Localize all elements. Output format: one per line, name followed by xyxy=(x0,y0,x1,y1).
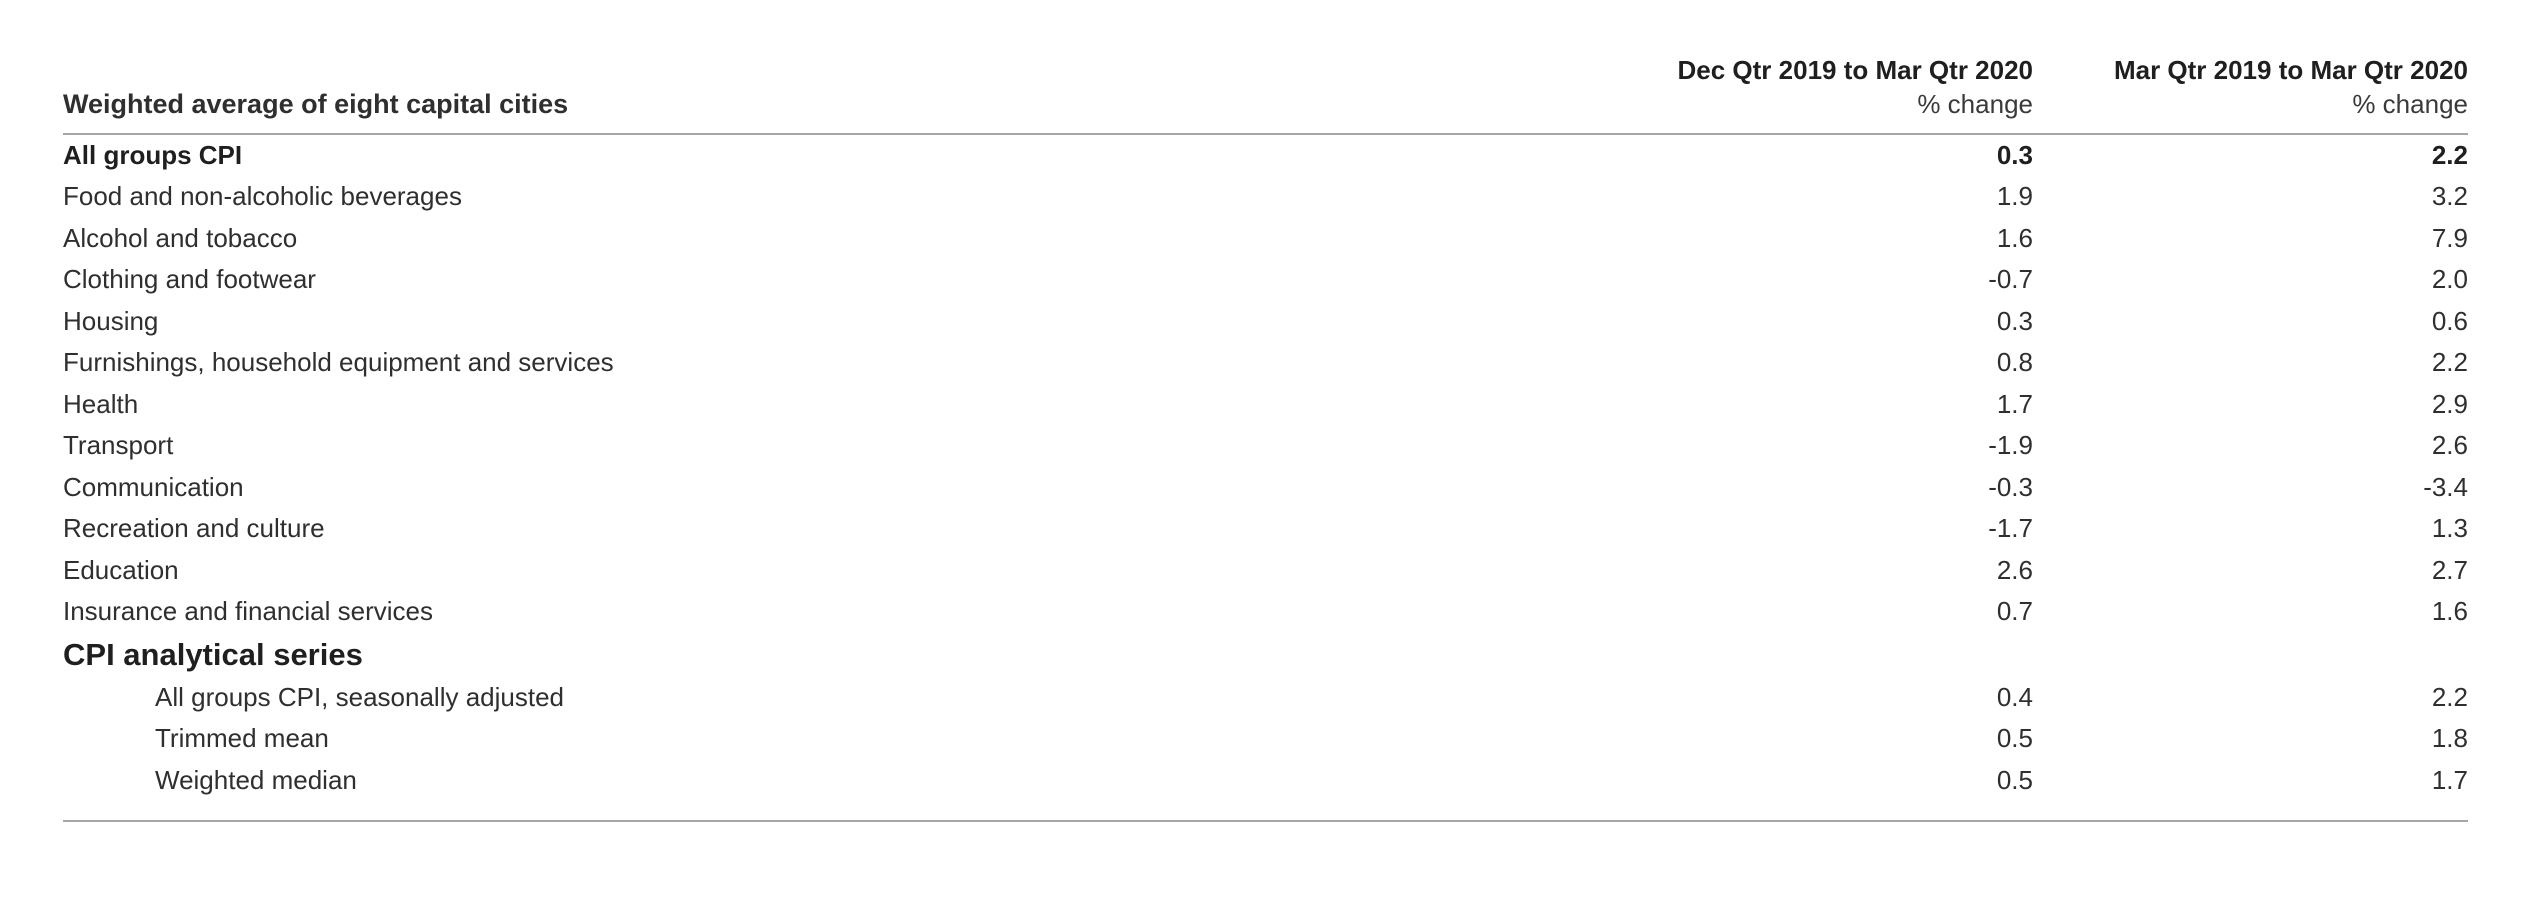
column-2-unit: % change xyxy=(2352,89,2468,120)
row-value-column-2: 2.2 xyxy=(2431,681,2468,712)
row-label: Alcohol and tobacco xyxy=(63,222,298,253)
table-row: Food and non-alcoholic beverages 1.9 3.2 xyxy=(63,176,2468,218)
row-value-column-2: 2.9 xyxy=(2431,388,2468,419)
row-value-column-2: 2.2 xyxy=(2431,139,2468,170)
cpi-table-page: Weighted average of eight capital cities… xyxy=(0,0,2547,905)
row-label: All groups CPI, seasonally adjusted xyxy=(155,681,565,712)
row-value-column-1: 0.8 xyxy=(1996,347,2033,378)
table-row: Transport -1.9 2.6 xyxy=(63,425,2468,467)
table-row: Trimmed mean 0.5 1.8 xyxy=(63,718,2468,760)
table-row: Weighted median 0.5 1.7 xyxy=(63,759,2468,823)
header-column-2: Mar Qtr 2019 to Mar Qtr 2020 % change xyxy=(2033,0,2468,135)
row-value-column-2: 1.3 xyxy=(2431,513,2468,544)
row-value-column-1: 1.6 xyxy=(1996,222,2033,253)
table-row: Clothing and footwear -0.7 2.0 xyxy=(63,259,2468,301)
column-1-period: Dec Qtr 2019 to Mar Qtr 2020 xyxy=(1677,54,2034,85)
row-label: Recreation and culture xyxy=(63,513,325,544)
row-value-column-2: 1.7 xyxy=(2033,759,2468,823)
table-row: Recreation and culture -1.7 1.3 xyxy=(63,508,2468,550)
row-value-column-1: -0.7 xyxy=(1988,264,2033,295)
table-row: Insurance and financial services 0.7 1.6 xyxy=(63,591,2468,633)
row-label: CPI analytical series xyxy=(63,636,363,672)
row-label: Furnishings, household equipment and ser… xyxy=(63,347,614,378)
row-value-column-1: -1.9 xyxy=(1988,430,2033,461)
header-row-label-cell: Weighted average of eight capital cities xyxy=(63,0,1603,135)
table-row: All groups CPI 0.3 2.2 xyxy=(63,134,2468,177)
table-row: Alcohol and tobacco 1.6 7.9 xyxy=(63,218,2468,260)
row-value-column-2: 3.2 xyxy=(2431,181,2468,212)
row-value-column-2 xyxy=(2033,633,2468,677)
row-label: All groups CPI xyxy=(63,139,243,170)
row-value-column-1: 2.6 xyxy=(1996,554,2033,585)
row-value-column-2: 2.6 xyxy=(2431,430,2468,461)
header-row: Weighted average of eight capital cities… xyxy=(63,0,2468,135)
row-label: Food and non-alcoholic beverages xyxy=(63,181,462,212)
table-header: Weighted average of eight capital cities… xyxy=(63,0,2468,135)
row-value-column-2: 1.8 xyxy=(2431,723,2468,754)
row-value-column-1: 1.9 xyxy=(1996,181,2033,212)
row-value-column-1: 0.3 xyxy=(1996,305,2033,336)
row-value-column-1: 0.5 xyxy=(1996,723,2033,754)
row-label: Health xyxy=(63,388,139,419)
row-value-column-1: 0.4 xyxy=(1996,681,2033,712)
row-header-label: Weighted average of eight capital cities xyxy=(63,89,569,119)
row-label: Trimmed mean xyxy=(155,723,329,754)
row-value-column-2: 1.6 xyxy=(2431,596,2468,627)
row-label: Insurance and financial services xyxy=(63,596,433,627)
row-value-column-1: 1.7 xyxy=(1996,388,2033,419)
row-value-column-1: 0.5 xyxy=(1603,759,2033,823)
column-1-unit: % change xyxy=(1917,89,2033,120)
row-label: Clothing and footwear xyxy=(63,264,316,295)
row-value-column-2: 0.6 xyxy=(2431,305,2468,336)
row-label: Communication xyxy=(63,471,244,502)
row-label: Housing xyxy=(63,305,159,336)
table-row: Furnishings, household equipment and ser… xyxy=(63,342,2468,384)
row-value-column-2: 2.2 xyxy=(2431,347,2468,378)
row-value-column-1 xyxy=(1603,633,2033,677)
table-row: Housing 0.3 0.6 xyxy=(63,301,2468,343)
row-label: Transport xyxy=(63,430,174,461)
table-row: Education 2.6 2.7 xyxy=(63,550,2468,592)
row-value-column-1: 0.7 xyxy=(1996,596,2033,627)
row-value-column-1: 0.3 xyxy=(1996,139,2033,170)
row-value-column-1: -1.7 xyxy=(1988,513,2033,544)
row-value-column-1: -0.3 xyxy=(1988,471,2033,502)
table-body: All groups CPI 0.3 2.2 Food and non-alcohol… xyxy=(63,134,2468,823)
cpi-summary-table: Weighted average of eight capital cities… xyxy=(63,0,2468,823)
table-container: Weighted average of eight capital cities… xyxy=(63,0,2468,823)
table-row: All groups CPI, seasonally adjusted 0.4 2.… xyxy=(63,677,2468,719)
row-label: Education xyxy=(63,554,179,585)
row-value-column-2: -3.4 xyxy=(2423,471,2468,502)
row-label: Weighted median xyxy=(63,759,1603,823)
table-row: Communication -0.3 -3.4 xyxy=(63,467,2468,509)
column-2-period: Mar Qtr 2019 to Mar Qtr 2020 xyxy=(2113,54,2468,85)
table-row: CPI analytical series xyxy=(63,633,2468,677)
row-value-column-2: 7.9 xyxy=(2431,222,2468,253)
row-value-column-2: 2.0 xyxy=(2431,264,2468,295)
row-value-column-2: 2.7 xyxy=(2431,554,2468,585)
table-row: Health 1.7 2.9 xyxy=(63,384,2468,426)
header-column-1: Dec Qtr 2019 to Mar Qtr 2020 % change xyxy=(1603,0,2034,135)
